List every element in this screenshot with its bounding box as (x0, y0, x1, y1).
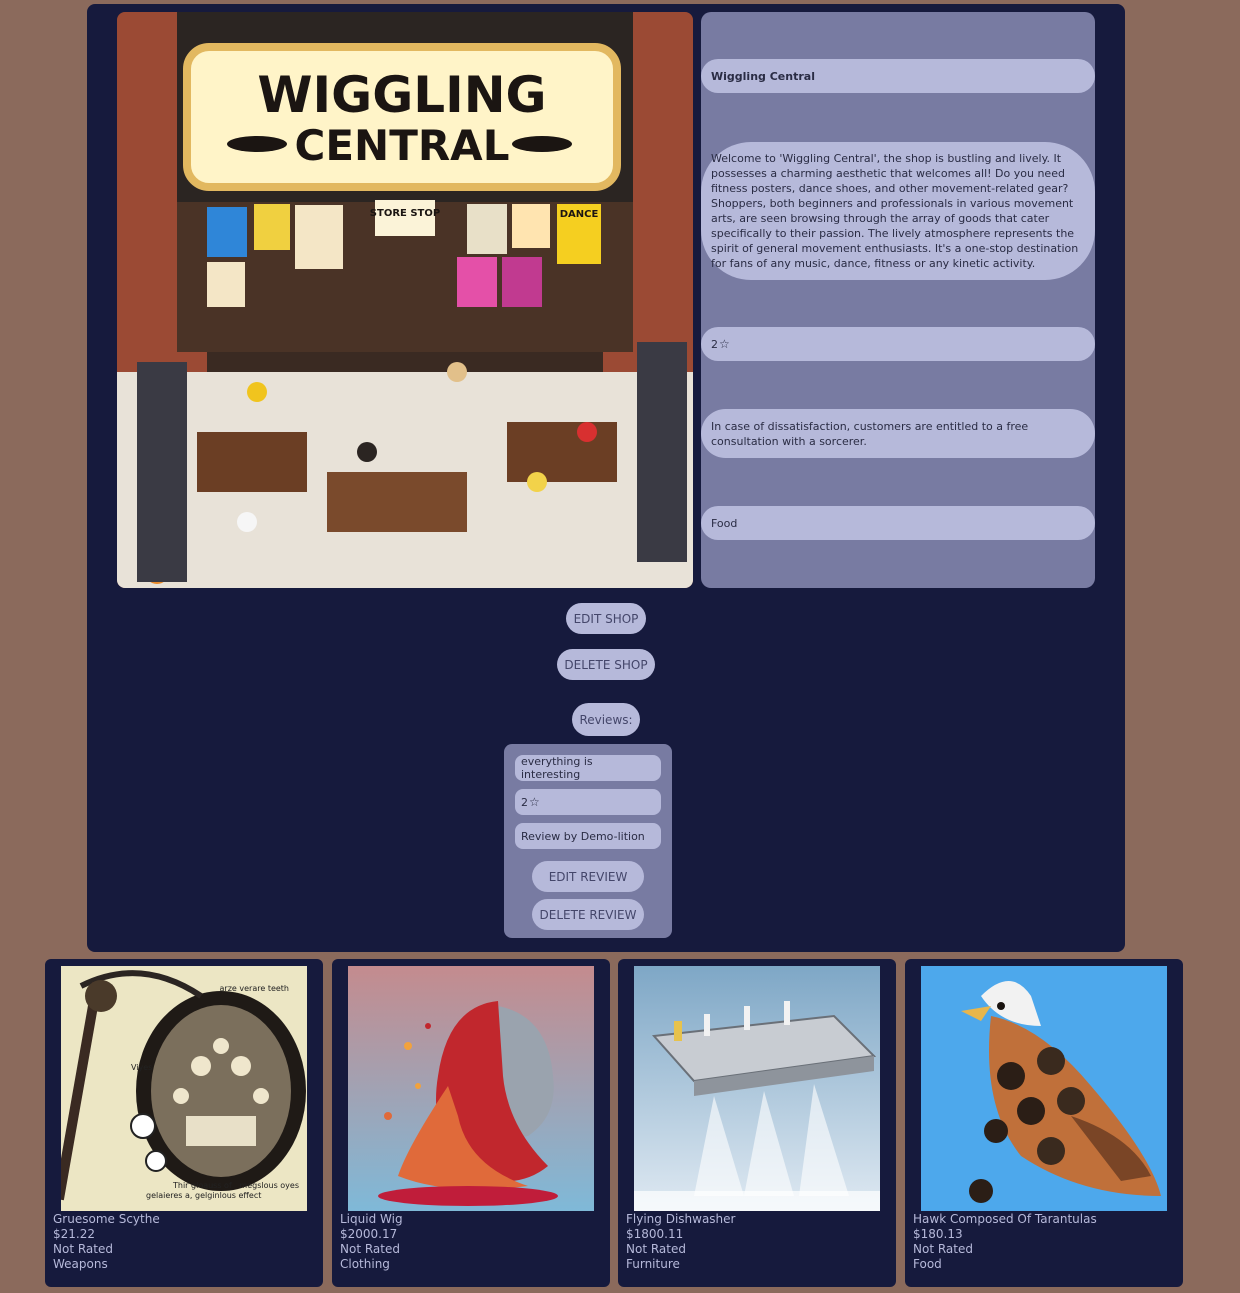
product-meta: Hawk Composed Of Tarantulas $180.13 Not … (913, 1212, 1097, 1272)
product-price: $180.13 (913, 1227, 963, 1241)
shop-info-panel: Wiggling Central Welcome to 'Wiggling Ce… (701, 12, 1095, 588)
product-card[interactable]: Hawk Composed Of Tarantulas $180.13 Not … (905, 959, 1183, 1287)
reviews-label: Reviews: (572, 703, 640, 736)
product-price: $2000.17 (340, 1227, 398, 1241)
product-price: $21.22 (53, 1227, 95, 1241)
product-price: $1800.11 (626, 1227, 684, 1241)
edit-review-button[interactable]: EDIT REVIEW (532, 861, 644, 892)
shop-image: WIGGLING CENTRAL STORE STOP DANCE (117, 12, 693, 588)
product-meta: Gruesome Scythe $21.22 Not Rated Weapons (53, 1212, 160, 1272)
product-card[interactable]: arze verare teeth Viyes Thir gloauss of … (45, 959, 323, 1287)
product-meta: Liquid Wig $2000.17 Not Rated Clothing (340, 1212, 403, 1272)
shop-illustration: WIGGLING CENTRAL STORE STOP DANCE (117, 12, 693, 588)
product-rating: Not Rated (340, 1242, 400, 1256)
product-name[interactable]: Liquid Wig (340, 1212, 403, 1227)
review-rating-value: 2 (521, 795, 528, 809)
shop-name: Wiggling Central (701, 59, 1095, 93)
delete-shop-button[interactable]: DELETE SHOP (557, 649, 655, 680)
shop-description: Welcome to 'Wiggling Central', the shop … (701, 142, 1095, 280)
image-label: gelaieres a, gelginlous effect (146, 1191, 261, 1200)
review-author: Review by Demo-lition (515, 823, 661, 849)
product-image[interactable] (921, 966, 1167, 1211)
shop-category: Food (701, 506, 1095, 540)
sign-line-2: CENTRAL (295, 121, 510, 170)
shop-rating-value: 2 (711, 337, 718, 351)
shop-rating: 2 ☆ (701, 327, 1095, 361)
star-icon: ☆ (719, 337, 730, 351)
product-rating: Not Rated (626, 1242, 686, 1256)
product-card[interactable]: Flying Dishwasher $1800.11 Not Rated Fur… (618, 959, 896, 1287)
image-label: arze verare teeth (220, 984, 289, 993)
product-name[interactable]: Hawk Composed Of Tarantulas (913, 1212, 1097, 1227)
product-meta: Flying Dishwasher $1800.11 Not Rated Fur… (626, 1212, 735, 1272)
product-image[interactable] (348, 966, 594, 1211)
product-name[interactable]: Gruesome Scythe (53, 1212, 160, 1227)
image-label: Thir gloauss of (172, 1181, 232, 1190)
product-category: Clothing (340, 1257, 390, 1271)
shop-policy: In case of dissatisfaction, customers ar… (701, 409, 1095, 458)
product-rating: Not Rated (53, 1242, 113, 1256)
product-rating: Not Rated (913, 1242, 973, 1256)
edit-shop-button[interactable]: EDIT SHOP (566, 603, 646, 634)
store-sign: STORE STOP (370, 208, 440, 219)
sign-line-1: WIGGLING (257, 66, 546, 124)
product-image[interactable] (634, 966, 880, 1211)
image-label: Viyes (131, 1063, 152, 1072)
shop-panel: WIGGLING CENTRAL STORE STOP DANCE Wiggli… (87, 4, 1125, 952)
product-category: Food (913, 1257, 942, 1271)
review-text: everything is interesting (515, 755, 661, 781)
review-card: everything is interesting 2 ☆ Review by … (504, 744, 672, 938)
product-card[interactable]: Liquid Wig $2000.17 Not Rated Clothing (332, 959, 610, 1287)
dance-sign: DANCE (560, 209, 599, 220)
product-category: Weapons (53, 1257, 108, 1271)
product-category: Furniture (626, 1257, 680, 1271)
delete-review-button[interactable]: DELETE REVIEW (532, 899, 644, 930)
star-icon: ☆ (529, 795, 540, 809)
product-image[interactable]: arze verare teeth Viyes Thir gloauss of … (61, 966, 307, 1211)
product-name[interactable]: Flying Dishwasher (626, 1212, 735, 1227)
review-rating: 2 ☆ (515, 789, 661, 815)
image-label: megslous oyes (239, 1181, 299, 1190)
